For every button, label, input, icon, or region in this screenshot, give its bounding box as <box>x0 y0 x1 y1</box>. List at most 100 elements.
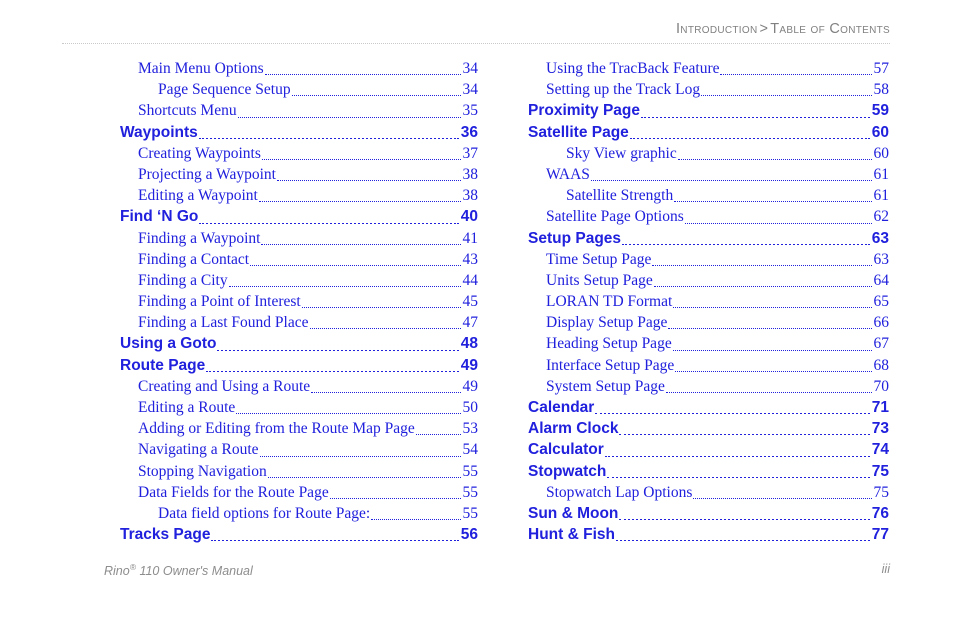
toc-entry-title: Sky View graphic <box>566 144 677 162</box>
toc-entry[interactable]: Shortcuts Menu 35 <box>120 100 478 121</box>
toc-entry-page-number: 73 <box>871 420 889 438</box>
toc-entry-page-number: 36 <box>460 123 478 141</box>
toc-leader-dots <box>259 455 461 457</box>
toc-entry-page-number: 57 <box>873 60 890 77</box>
toc-entry[interactable]: Adding or Editing from the Route Map Pag… <box>120 418 478 439</box>
toc-entry[interactable]: Editing a Route 50 <box>120 397 478 418</box>
toc-leader-dots <box>674 201 872 203</box>
toc-entry[interactable]: Satellite Page 60 <box>528 122 889 143</box>
toc-entry[interactable]: Creating and Using a Route 49 <box>120 376 478 397</box>
toc-entry-title: Projecting a Waypoint <box>138 165 276 183</box>
toc-leader-dots <box>309 328 461 330</box>
toc-entry-page-number: 49 <box>462 377 479 395</box>
toc-leader-dots <box>652 264 872 266</box>
toc-entry[interactable]: Finding a Point of Interest 45 <box>120 291 478 312</box>
toc-entry-title: Alarm Clock <box>528 420 619 438</box>
toc-leader-dots <box>311 392 461 393</box>
toc-entry[interactable]: Using the TracBack Feature 57 <box>528 58 889 79</box>
toc-leader-dots <box>684 222 872 224</box>
toc-leader-dots <box>301 307 461 309</box>
manual-title-name: Rino <box>104 564 130 579</box>
toc-entry-page-number: 40 <box>460 208 478 226</box>
toc-entry-page-number: 75 <box>871 462 889 480</box>
toc-entry[interactable]: Alarm Clock 73 <box>528 418 889 439</box>
toc-entry-title: Satellite Page <box>528 123 629 141</box>
toc-entry[interactable]: Stopwatch 75 <box>528 461 889 482</box>
toc-entry[interactable]: Time Setup Page 63 <box>528 249 889 270</box>
toc-leader-dots <box>236 413 461 415</box>
toc-entry-page-number: 38 <box>462 165 479 183</box>
toc-entry-page-number: 66 <box>873 314 890 332</box>
toc-entry-title: Calculator <box>528 441 604 459</box>
toc-leader-dots <box>371 519 461 521</box>
toc-leader-dots <box>668 328 872 330</box>
toc-entry-page-number: 43 <box>462 250 479 268</box>
toc-entry[interactable]: Stopping Navigation 55 <box>120 461 478 482</box>
toc-entry[interactable]: Calendar 71 <box>528 397 889 418</box>
toc-entry[interactable]: Data field options for Route Page: 55 <box>120 503 478 524</box>
toc-entry[interactable]: Waypoints 36 <box>120 122 478 143</box>
toc-leader-dots <box>607 476 870 478</box>
toc-entry[interactable]: Editing a Waypoint 38 <box>120 185 478 206</box>
toc-entry[interactable]: Units Setup Page 64 <box>528 270 889 291</box>
toc-entry[interactable]: Setup Pages 63 <box>528 228 889 249</box>
toc-entry-title: Heading Setup Page <box>546 335 672 353</box>
toc-entry[interactable]: Calculator 74 <box>528 439 889 460</box>
toc-entry-title: Page Sequence Setup <box>158 81 291 99</box>
toc-entry[interactable]: Using a Goto 48 <box>120 333 478 354</box>
toc-entry[interactable]: LORAN TD Format 65 <box>528 291 889 312</box>
toc-entry-page-number: 48 <box>460 335 478 353</box>
toc-entry[interactable]: Finding a City 44 <box>120 270 478 291</box>
toc-entry[interactable]: Hunt & Fish 77 <box>528 524 889 545</box>
toc-entry[interactable]: Page Sequence Setup 34 <box>120 79 478 100</box>
toc-entry-page-number: 63 <box>873 250 890 268</box>
toc-entry-page-number: 38 <box>462 187 479 205</box>
manual-title-rest: 110 Owner's Manual <box>135 564 253 579</box>
toc-entry-title: Finding a Last Found Place <box>138 314 309 332</box>
toc-entry-title: Main Menu Options <box>138 60 264 77</box>
toc-leader-dots <box>261 243 461 245</box>
toc-entry-title: Finding a Waypoint <box>138 229 261 247</box>
toc-entry-title: Editing a Route <box>138 399 236 416</box>
toc-entry[interactable]: Proximity Page 59 <box>528 100 889 121</box>
toc-entry-title: Proximity Page <box>528 102 640 120</box>
toc-entry-title: Display Setup Page <box>546 314 668 332</box>
toc-entry[interactable]: WAAS 61 <box>528 164 889 185</box>
toc-entry-title: Sun & Moon <box>528 504 619 522</box>
toc-entry[interactable]: Satellite Strength 61 <box>528 185 889 206</box>
toc-entry[interactable]: Main Menu Options 34 <box>120 58 478 79</box>
toc-entry-title: Tracks Page <box>120 526 211 544</box>
toc-entry[interactable]: System Setup Page 70 <box>528 376 889 397</box>
toc-entry-title: Navigating a Route <box>138 441 259 459</box>
toc-entry-title: Data field options for Route Page: <box>158 504 371 522</box>
toc-entry[interactable]: Projecting a Waypoint 38 <box>120 164 478 185</box>
toc-entry[interactable]: Creating Waypoints 37 <box>120 143 478 164</box>
toc-entry[interactable]: Interface Setup Page 68 <box>528 355 889 376</box>
toc-entry[interactable]: Finding a Waypoint 41 <box>120 228 478 249</box>
toc-leader-dots <box>211 540 459 542</box>
toc-entry-title: Hunt & Fish <box>528 526 615 544</box>
toc-entry-title: Satellite Page Options <box>546 208 684 226</box>
toc-entry-page-number: 53 <box>462 420 479 438</box>
toc-entry[interactable]: Display Setup Page 66 <box>528 312 889 333</box>
toc-entry[interactable]: Navigating a Route 54 <box>120 439 478 460</box>
toc-entry[interactable]: Tracks Page 56 <box>120 524 478 545</box>
toc-leader-dots <box>329 497 461 499</box>
toc-entry[interactable]: Route Page 49 <box>120 355 478 376</box>
toc-entry-title: Setup Pages <box>528 229 622 247</box>
toc-entry[interactable]: Heading Setup Page 67 <box>528 333 889 354</box>
toc-entry[interactable]: Find ‘N Go 40 <box>120 206 478 227</box>
toc-entry-page-number: 45 <box>462 293 479 311</box>
toc-leader-dots <box>276 180 461 182</box>
toc-entry[interactable]: Sun & Moon 76 <box>528 503 889 524</box>
toc-entry[interactable]: Finding a Contact 43 <box>120 249 478 270</box>
toc-leader-dots <box>415 434 461 436</box>
toc-entry[interactable]: Data Fields for the Route Page 55 <box>120 482 478 503</box>
toc-entry[interactable]: Setting up the Track Log 58 <box>528 79 889 100</box>
toc-entry[interactable]: Sky View graphic 60 <box>528 143 889 164</box>
toc-entry[interactable]: Stopwatch Lap Options 75 <box>528 482 889 503</box>
toc-entry-title: Creating Waypoints <box>138 144 261 162</box>
toc-entry-page-number: 35 <box>462 102 479 120</box>
toc-entry[interactable]: Satellite Page Options 62 <box>528 206 889 227</box>
toc-entry[interactable]: Finding a Last Found Place 47 <box>120 312 478 333</box>
